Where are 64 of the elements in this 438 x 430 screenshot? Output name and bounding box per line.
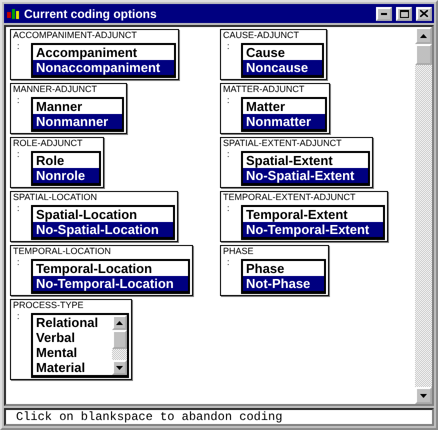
list-option[interactable]: Noncause bbox=[243, 60, 322, 75]
separator: : bbox=[17, 257, 21, 268]
down-arrow-icon bbox=[420, 394, 427, 398]
list-scrollbar[interactable] bbox=[112, 315, 128, 375]
group-label: MANNER-ADJUNCT bbox=[13, 84, 98, 95]
separator: : bbox=[227, 95, 231, 106]
list-option[interactable]: No-Temporal-Extent bbox=[243, 222, 384, 237]
app-icon bbox=[6, 6, 20, 20]
list-option[interactable]: Nonmanner bbox=[33, 114, 122, 129]
up-arrow-icon bbox=[420, 34, 427, 38]
scroll-thumb[interactable] bbox=[112, 330, 128, 349]
maximize-button[interactable] bbox=[396, 6, 412, 20]
list-option[interactable]: Nonaccompaniment bbox=[33, 60, 174, 75]
option-list[interactable]: Spatial-Extent No-Spatial-Extent bbox=[241, 151, 370, 186]
minimize-icon bbox=[381, 12, 387, 14]
separator: : bbox=[17, 311, 21, 322]
scroll-down-button[interactable] bbox=[415, 387, 432, 404]
option-list[interactable]: Cause Noncause bbox=[241, 43, 324, 78]
list-option[interactable]: No-Spatial-Location bbox=[33, 222, 173, 237]
down-arrow-icon bbox=[116, 366, 124, 370]
option-list[interactable]: Accompaniment Nonaccompaniment bbox=[31, 43, 176, 78]
list-option[interactable]: Not-Phase bbox=[243, 276, 324, 291]
close-button[interactable] bbox=[416, 6, 432, 20]
list-option[interactable]: No-Spatial-Extent bbox=[243, 168, 368, 183]
group-label: ACCOMPANIMENT-ADJUNCT bbox=[13, 30, 138, 41]
window-title: Current coding options bbox=[24, 6, 158, 20]
option-list[interactable]: Matter Nonmatter bbox=[241, 97, 328, 132]
group-label: PHASE bbox=[223, 246, 255, 257]
separator: : bbox=[17, 149, 21, 160]
group-label: PROCESS-TYPE bbox=[13, 300, 85, 311]
separator: : bbox=[17, 95, 21, 106]
option-list[interactable]: Role Nonrole bbox=[31, 151, 102, 186]
group-label: ROLE-ADJUNCT bbox=[13, 138, 84, 149]
group-label: SPATIAL-LOCATION bbox=[13, 192, 98, 203]
group-label: CAUSE-ADJUNCT bbox=[223, 30, 300, 41]
window-scrollbar[interactable] bbox=[415, 27, 432, 404]
option-list[interactable]: Phase Not-Phase bbox=[241, 259, 326, 294]
scroll-thumb[interactable] bbox=[415, 44, 432, 65]
separator: : bbox=[17, 203, 21, 214]
group-label: SPATIAL-EXTENT-ADJUNCT bbox=[223, 138, 343, 149]
close-icon bbox=[420, 10, 428, 17]
maximize-icon bbox=[400, 10, 408, 18]
group-label: TEMPORAL-LOCATION bbox=[13, 246, 112, 257]
group-label: TEMPORAL-EXTENT-ADJUNCT bbox=[223, 192, 357, 203]
option-list[interactable]: Spatial-Location No-Spatial-Location bbox=[31, 205, 175, 240]
option-list[interactable]: Manner Nonmanner bbox=[31, 97, 124, 132]
scroll-up-button[interactable] bbox=[415, 27, 432, 44]
list-option[interactable]: Nonrole bbox=[33, 168, 100, 183]
group-label: MATTER-ADJUNCT bbox=[223, 84, 306, 95]
separator: : bbox=[227, 41, 231, 52]
list-option[interactable]: No-Temporal-Location bbox=[33, 276, 188, 291]
up-arrow-icon bbox=[116, 320, 124, 324]
list-option[interactable]: Nonmatter bbox=[243, 114, 326, 129]
scroll-up-button[interactable] bbox=[112, 315, 128, 330]
minimize-button[interactable] bbox=[376, 6, 392, 20]
option-list[interactable]: Temporal-Location No-Temporal-Location bbox=[31, 259, 190, 294]
option-list[interactable]: Temporal-Extent No-Temporal-Extent bbox=[241, 205, 386, 240]
separator: : bbox=[227, 257, 231, 268]
separator: : bbox=[227, 203, 231, 214]
option-list[interactable]: Relational Verbal Mental Material bbox=[31, 313, 130, 378]
status-text: Click on blankspace to abandon coding bbox=[16, 410, 282, 424]
scroll-down-button[interactable] bbox=[112, 360, 128, 375]
separator: : bbox=[227, 149, 231, 160]
separator: : bbox=[17, 41, 21, 52]
